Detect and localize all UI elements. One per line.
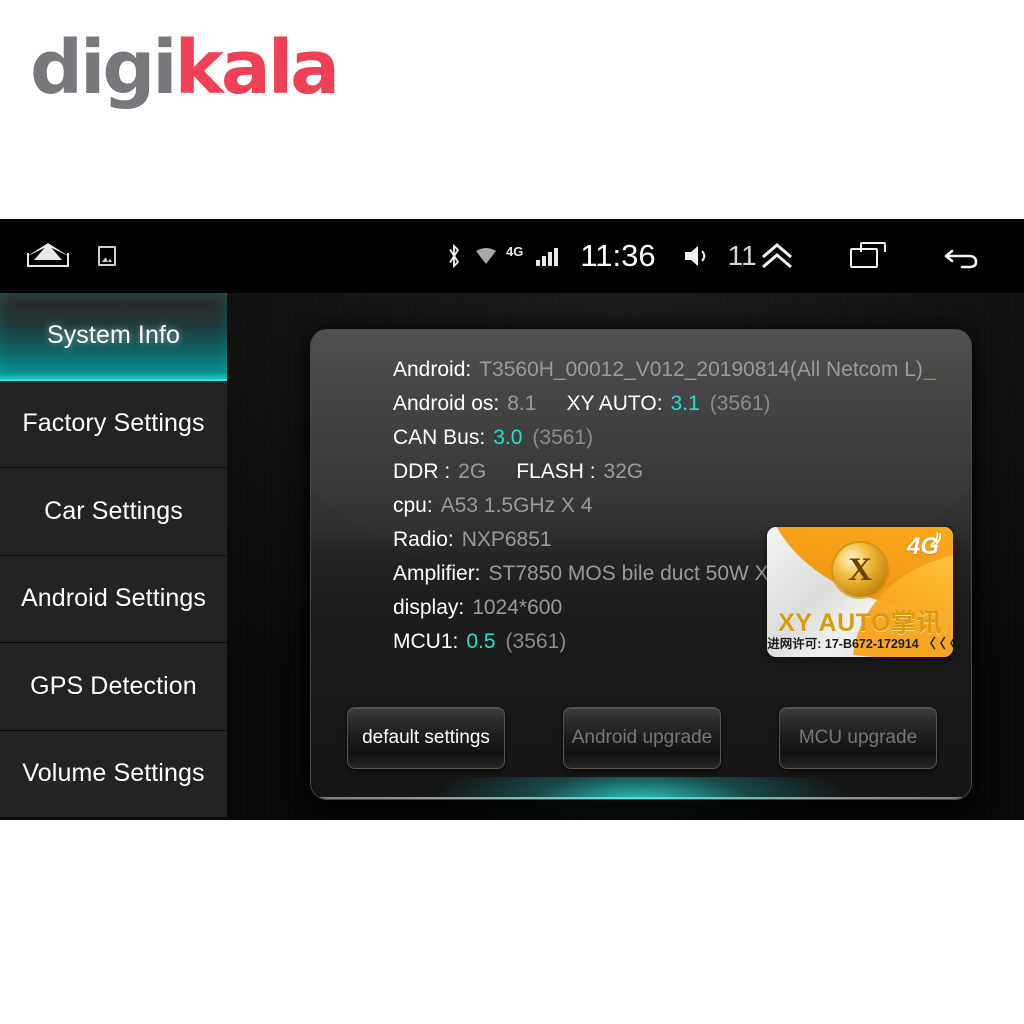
android-os-label: Android os: xyxy=(393,392,500,415)
badge-signal-arc-icon xyxy=(930,531,941,547)
volume-speaker-icon[interactable] xyxy=(682,242,712,270)
action-button-row: default settings Android upgrade MCU upg… xyxy=(347,707,937,769)
status-bar-clock: 11:36 xyxy=(580,238,656,273)
status-bar-left-group xyxy=(0,243,446,269)
xy-auto-build: (3561) xyxy=(709,392,771,415)
settings-sidebar: System Info Factory Settings Car Setting… xyxy=(0,293,227,820)
sidebar-item-car-settings[interactable]: Car Settings xyxy=(0,468,227,556)
mcu-upgrade-button[interactable]: MCU upgrade xyxy=(779,707,937,769)
sidebar-item-label: Factory Settings xyxy=(22,409,205,438)
recent-apps-icon[interactable] xyxy=(850,242,888,270)
status-bar-center-group: 4G 11:36 11 xyxy=(446,238,758,274)
mcu-upgrade-label: MCU upgrade xyxy=(798,727,918,748)
mcu1-label: MCU1: xyxy=(393,630,459,653)
android-label: Android: xyxy=(393,358,472,381)
badge-license-text: 进网许可: 17-B672-172914 〈〈〈 xyxy=(767,633,953,652)
xy-auto-value: 3.1 xyxy=(670,392,700,415)
flash-label: FLASH : xyxy=(516,460,596,483)
home-icon[interactable] xyxy=(26,243,72,269)
screenshot-icon[interactable] xyxy=(98,246,116,266)
sidebar-item-label: Android Settings xyxy=(20,584,207,613)
card-bottom-glow xyxy=(311,777,971,799)
mcu1-build: (3561) xyxy=(505,630,567,653)
default-settings-label: default settings xyxy=(362,727,490,748)
sidebar-item-label: Volume Settings xyxy=(22,759,205,788)
badge-cc-mark-icon: 〈〈〈 xyxy=(922,636,953,651)
system-info-card: Android: T3560H_00012_V012_20190814(All … xyxy=(311,330,971,799)
sidebar-item-label: GPS Detection xyxy=(30,671,197,700)
amplifier-value: ST7850 MOS bile duct 50W X 4 xyxy=(488,562,787,585)
volume-level-value: 11 xyxy=(727,240,757,271)
sidebar-item-volume-settings[interactable]: Volume Settings xyxy=(0,730,227,818)
xy-auto-label: XY AUTO: xyxy=(566,392,663,415)
display-label: display: xyxy=(393,596,465,619)
mcu1-value: 0.5 xyxy=(466,630,496,653)
can-bus-label: CAN Bus: xyxy=(393,426,486,449)
sidebar-item-gps-detection[interactable]: GPS Detection xyxy=(0,643,227,731)
watermark-text-gray: digi xyxy=(30,25,178,111)
radio-value: NXP6851 xyxy=(461,528,552,551)
sidebar-item-factory-settings[interactable]: Factory Settings xyxy=(0,380,227,468)
android-value: T3560H_00012_V012_20190814(All Netcom L) xyxy=(479,358,923,381)
wifi-icon xyxy=(476,248,496,264)
android-upgrade-button[interactable]: Android upgrade xyxy=(563,707,721,769)
flash-value: 32G xyxy=(603,460,644,483)
status-bar: 4G 11:36 11 xyxy=(0,219,1024,293)
cpu-value: A53 1.5GHz X 4 xyxy=(440,494,593,517)
android-value-cursor: _ xyxy=(923,358,936,381)
card-bottom-rim xyxy=(311,797,971,799)
can-bus-build: (3561) xyxy=(532,426,594,449)
watermark-text-red: kala xyxy=(174,25,340,111)
system-info-panel: Android: T3560H_00012_V012_20190814(All … xyxy=(227,293,1024,820)
network-type-label: 4G xyxy=(506,243,524,259)
info-row-android: Android: T3560H_00012_V012_20190814(All … xyxy=(393,358,953,392)
xy-auto-badge: 4G X XY AUTO掌讯 进网许可: 17-B672-172914 〈〈〈 xyxy=(767,527,953,657)
double-chevron-up-icon[interactable] xyxy=(758,241,796,271)
ddr-label: DDR : xyxy=(393,460,451,483)
sidebar-item-android-settings[interactable]: Android Settings xyxy=(0,555,227,643)
android-upgrade-label: Android upgrade xyxy=(571,727,713,748)
settings-content: System Info Factory Settings Car Setting… xyxy=(0,293,1024,820)
info-row-android-os: Android os: 8.1 XY AUTO: 3.1 (3561) xyxy=(393,392,953,426)
info-row-can-bus: CAN Bus: 3.0 (3561) xyxy=(393,426,953,460)
sidebar-item-label: System Info xyxy=(46,321,181,350)
digikala-watermark: digi kala xyxy=(30,25,340,111)
info-row-ddr-flash: DDR : 2G FLASH : 32G xyxy=(393,460,953,494)
display-value: 1024*600 xyxy=(472,596,563,619)
sidebar-item-label: Car Settings xyxy=(44,496,183,525)
radio-label: Radio: xyxy=(393,528,454,551)
bluetooth-icon xyxy=(449,243,460,269)
back-arrow-icon[interactable] xyxy=(942,241,982,271)
info-row-cpu: cpu: A53 1.5GHz X 4 xyxy=(393,494,953,528)
default-settings-button[interactable]: default settings xyxy=(347,707,505,769)
signal-bars-icon xyxy=(536,246,559,266)
can-bus-value: 3.0 xyxy=(493,426,523,449)
badge-x-letter: X xyxy=(848,551,872,588)
status-bar-right-group xyxy=(758,241,1024,271)
car-head-unit-screen: 4G 11:36 11 System Info Factory Settings… xyxy=(0,219,1024,820)
amplifier-label: Amplifier: xyxy=(393,562,481,585)
cpu-label: cpu: xyxy=(393,494,433,517)
android-os-value: 8.1 xyxy=(507,392,537,415)
badge-license-number: 进网许可: 17-B672-172914 xyxy=(767,637,919,651)
ddr-value: 2G xyxy=(458,460,487,483)
badge-x-logo-icon: X xyxy=(833,543,887,597)
sidebar-item-system-info[interactable]: System Info xyxy=(0,293,227,381)
